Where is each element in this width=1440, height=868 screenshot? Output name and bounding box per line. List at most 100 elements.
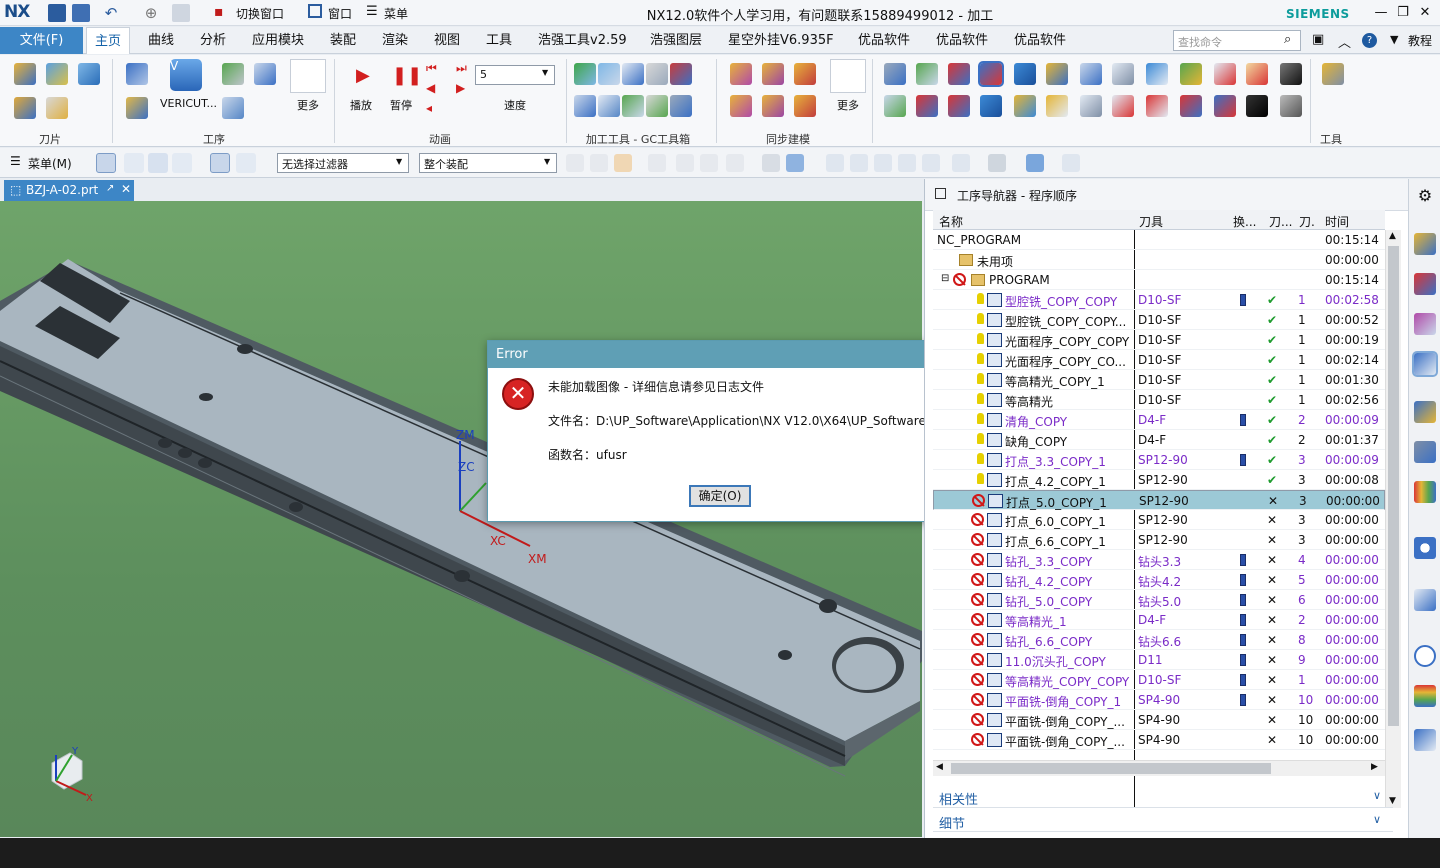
tutorial-button[interactable]: 教程 bbox=[1408, 32, 1432, 49]
box-select-icon[interactable] bbox=[726, 154, 744, 172]
col-tool-number[interactable]: 刀. bbox=[1299, 213, 1315, 230]
gc-report-icon[interactable] bbox=[622, 63, 644, 85]
tab-haoqiang-layers[interactable]: 浩强图层 bbox=[642, 27, 710, 54]
operation-row[interactable]: 平面铣-倒角_COPY_... SP4-90 ✕ 10 00:00:00 bbox=[933, 710, 1385, 730]
shop-docs-icon[interactable] bbox=[254, 63, 276, 85]
rotate-view-icon[interactable] bbox=[874, 154, 892, 172]
tab-assembly[interactable]: 装配 bbox=[322, 27, 364, 54]
more-operations-icon[interactable] bbox=[290, 59, 326, 93]
create-geometry-icon[interactable] bbox=[46, 63, 68, 85]
assembly-nav-icon[interactable] bbox=[1414, 233, 1436, 255]
program-filter-icon[interactable] bbox=[236, 153, 256, 173]
operation-row[interactable]: 光面程序_COPY_COPY D10-SF ✔ 1 00:00:19 bbox=[933, 330, 1385, 350]
help-icon[interactable]: ? bbox=[1362, 33, 1377, 48]
view-tool-3-icon[interactable] bbox=[948, 63, 970, 85]
gc-check-icon[interactable] bbox=[574, 63, 596, 85]
operation-row[interactable]: 打点_5.0_COPY_1 SP12-90 ✕ 3 00:00:00 bbox=[933, 490, 1385, 510]
tab-analysis[interactable]: 分析 bbox=[192, 27, 234, 54]
perspective-icon[interactable] bbox=[922, 154, 940, 172]
gc-program-icon[interactable] bbox=[646, 95, 668, 117]
reuse-library-icon[interactable] bbox=[1414, 441, 1436, 463]
undo-icon[interactable]: ↶ bbox=[102, 4, 120, 22]
vericut-icon[interactable]: V bbox=[170, 59, 202, 91]
switch-window-button[interactable]: 切换窗口 bbox=[236, 5, 284, 22]
shaded-view-icon[interactable] bbox=[762, 154, 780, 172]
pause-button[interactable]: 暂停 bbox=[386, 97, 416, 113]
view-tool-15-icon[interactable] bbox=[1214, 95, 1236, 117]
gc-copy-icon[interactable] bbox=[574, 95, 596, 117]
create-operation-icon[interactable] bbox=[126, 63, 148, 85]
view-tool-13-icon[interactable] bbox=[1146, 95, 1168, 117]
play-button[interactable]: 播放 bbox=[346, 97, 376, 113]
verify-icon[interactable] bbox=[222, 63, 244, 85]
solid-view-icon[interactable] bbox=[786, 154, 804, 172]
scroll-right-icon[interactable]: ▶ bbox=[1371, 762, 1378, 772]
part-nav-icon[interactable] bbox=[1414, 313, 1436, 335]
view-tool-17-icon[interactable] bbox=[1280, 95, 1302, 117]
sync-replace-icon[interactable] bbox=[730, 95, 752, 117]
vertical-scrollbar[interactable]: ▲ ▼ bbox=[1385, 230, 1401, 808]
operation-row[interactable]: 打点_4.2_COPY_1 SP12-90 ✔ 3 00:00:08 bbox=[933, 470, 1385, 490]
history-icon[interactable] bbox=[1414, 589, 1436, 611]
operation-filter-icon[interactable] bbox=[210, 153, 230, 173]
col-path[interactable]: 刀... bbox=[1269, 213, 1292, 230]
view-layer-icon[interactable] bbox=[1180, 63, 1202, 85]
col-change[interactable]: 换... bbox=[1233, 213, 1256, 230]
view-tool-8-icon[interactable] bbox=[980, 95, 1002, 117]
save-icon[interactable] bbox=[48, 4, 66, 22]
gc-doc-icon[interactable] bbox=[598, 95, 620, 117]
view-tool-4-icon[interactable] bbox=[978, 61, 1004, 87]
collapse-icon[interactable]: ⊟ bbox=[941, 273, 949, 284]
sync-offset-icon[interactable] bbox=[794, 63, 816, 85]
search-icon[interactable]: ⌕ bbox=[1284, 32, 1291, 47]
pin-checkbox-icon[interactable] bbox=[935, 188, 946, 199]
sync-pull-face-icon[interactable] bbox=[762, 63, 784, 85]
tab-close-icon[interactable]: ✕ bbox=[121, 182, 131, 196]
scroll-thumb[interactable] bbox=[1388, 246, 1399, 726]
scroll-left-icon[interactable]: ◀ bbox=[936, 762, 943, 772]
step-back-icon[interactable]: ⏮ bbox=[426, 61, 437, 76]
quick-menu-button[interactable]: 菜单 bbox=[384, 5, 408, 22]
window-layout-icon[interactable]: ▣ bbox=[1312, 32, 1324, 47]
program-row[interactable]: ⊟ PROGRAM 00:15:14 bbox=[933, 270, 1385, 290]
more-operations-button[interactable]: 更多 bbox=[290, 97, 326, 113]
display-mode-icon[interactable] bbox=[1026, 154, 1044, 172]
system-visual-icon[interactable] bbox=[1414, 685, 1436, 707]
gc-tool-icon[interactable] bbox=[598, 63, 620, 85]
settings-gear-icon[interactable]: ⚙ bbox=[1414, 185, 1436, 207]
play-icon[interactable]: ▶ bbox=[356, 65, 370, 86]
vericut-button[interactable]: VERICUT... bbox=[160, 97, 217, 110]
view-tool-10-icon[interactable] bbox=[1046, 95, 1068, 117]
view-book-icon[interactable] bbox=[1080, 63, 1102, 85]
command-search-input[interactable]: 查找命令 bbox=[1173, 30, 1301, 51]
operation-row[interactable]: 钻孔_4.2_COPY 钻头4.2 ✕ 5 00:00:00 bbox=[933, 570, 1385, 590]
file-menu[interactable]: 文件(F) bbox=[0, 27, 83, 54]
view-tool-6-icon[interactable] bbox=[916, 95, 938, 117]
view-section-icon[interactable] bbox=[1214, 63, 1236, 85]
unused-row[interactable]: 未用项 00:00:00 bbox=[933, 250, 1385, 270]
view-cube-yellow-icon[interactable] bbox=[1046, 63, 1068, 85]
operation-row[interactable]: 钻孔_5.0_COPY 钻头5.0 ✕ 6 00:00:00 bbox=[933, 590, 1385, 610]
machine-nav-icon[interactable] bbox=[1414, 401, 1436, 423]
more-sync-button[interactable]: 更多 bbox=[830, 97, 866, 113]
operation-row[interactable]: 等高精光_COPY_1 D10-SF ✔ 1 00:01:30 bbox=[933, 370, 1385, 390]
tool-holder-icon[interactable] bbox=[14, 97, 36, 119]
hd3d-tools-icon[interactable] bbox=[1414, 481, 1436, 503]
operation-nav-icon[interactable] bbox=[1412, 351, 1438, 377]
operation-row[interactable]: 平面铣-倒角_COPY_... SP4-90 ✕ 10 00:00:00 bbox=[933, 730, 1385, 750]
sync-resize-icon[interactable] bbox=[762, 95, 784, 117]
tab-curve[interactable]: 曲线 bbox=[140, 27, 182, 54]
snap-icon[interactable]: ⊕ bbox=[142, 4, 160, 22]
ok-button[interactable]: 确定(O) bbox=[689, 485, 751, 507]
scope-select[interactable]: 整个装配 bbox=[419, 153, 557, 173]
gc-settings-icon[interactable] bbox=[670, 95, 692, 117]
gc-marker-icon[interactable] bbox=[670, 63, 692, 85]
col-time[interactable]: 时间 bbox=[1325, 213, 1349, 230]
sync-move-face-icon[interactable] bbox=[730, 63, 752, 85]
select-component-icon[interactable] bbox=[148, 153, 168, 173]
operation-row[interactable]: 缺角_COPY D4-F ✔ 2 00:01:37 bbox=[933, 430, 1385, 450]
tab-tools[interactable]: 工具 bbox=[478, 27, 520, 54]
tools-gear-icon[interactable] bbox=[1322, 63, 1344, 85]
abs-coords-icon[interactable] bbox=[1112, 63, 1134, 85]
forward-icon[interactable]: ▶ bbox=[456, 81, 465, 95]
